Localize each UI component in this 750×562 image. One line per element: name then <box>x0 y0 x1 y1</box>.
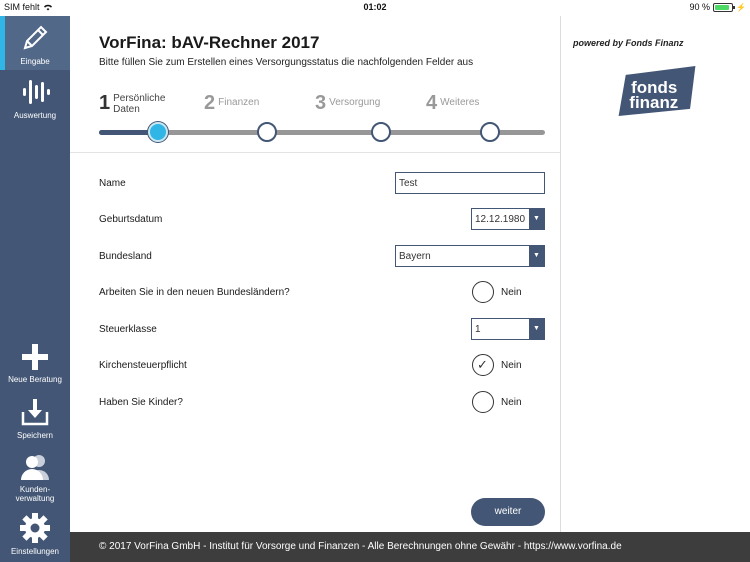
state-value: Bayern <box>399 251 431 262</box>
page-subtitle: Bitte füllen Sie zum Erstellen eines Ver… <box>99 57 474 68</box>
gear-icon <box>20 513 50 543</box>
sidebar-item-label: Speichern <box>16 431 54 440</box>
step-number: 3 <box>315 92 327 114</box>
tax-class-select[interactable]: 1 ▼ <box>471 318 545 340</box>
sidebar-item-label: Einstellungen <box>10 547 60 556</box>
step-label: Weiteres <box>440 97 480 108</box>
waveform-icon <box>23 80 50 104</box>
state-select[interactable]: Bayern ▼ <box>395 245 545 267</box>
clock: 01:02 <box>363 2 387 12</box>
step-label: Finanzen <box>218 97 260 108</box>
step-1-marker[interactable] <box>148 122 168 142</box>
new-states-checkbox[interactable] <box>472 281 494 303</box>
birthdate-select[interactable]: 12.12.1980 ▼ <box>471 208 545 230</box>
step-2[interactable]: 2 Finanzen <box>204 92 259 114</box>
fonds-finanz-logo: fonds finanz <box>618 66 696 116</box>
sidebar-item-eingabe[interactable]: Eingabe <box>0 16 70 70</box>
form-row-church-tax: Kirchensteuerpflicht ✓ Nein <box>99 354 545 378</box>
form-row-new-states: Arbeiten Sie in den neuen Bundesländern?… <box>99 281 545 305</box>
chevron-down-icon: ▼ <box>529 209 544 229</box>
new-states-option: Nein <box>501 286 522 298</box>
children-label: Haben Sie Kinder? <box>99 397 183 408</box>
sidebar-item-label: Auswertung <box>13 111 57 120</box>
children-checkbox[interactable] <box>472 391 494 413</box>
step-number: 2 <box>204 92 216 114</box>
sidebar-item-label: Eingabe <box>20 57 50 66</box>
church-tax-option: Nein <box>501 359 522 371</box>
sidebar-item-label: verwaltung <box>15 494 55 503</box>
chevron-down-icon: ▼ <box>529 319 544 339</box>
step-3[interactable]: 3 Versorgung <box>315 92 380 114</box>
charging-icon: ⚡ <box>736 2 746 12</box>
sidebar-item-neue-beratung[interactable]: Neue Beratung <box>0 342 70 388</box>
status-bar: SIM fehlt 01:02 90 % ⚡ <box>0 0 750 16</box>
form-row-children: Haben Sie Kinder? Nein <box>99 391 545 415</box>
sidebar: Eingabe Auswertung Neue Beratung Speiche… <box>0 16 70 562</box>
church-tax-label: Kirchensteuerpflicht <box>99 360 187 371</box>
form-row-name: Name Test <box>99 172 545 196</box>
battery-icon <box>713 2 736 12</box>
new-states-label: Arbeiten Sie in den neuen Bundesländern? <box>99 287 290 298</box>
sidebar-item-auswertung[interactable]: Auswertung <box>0 76 70 126</box>
birthdate-value: 12.12.1980 <box>475 214 526 225</box>
form-row-state: Bundesland Bayern ▼ <box>99 245 545 269</box>
church-tax-checkbox[interactable]: ✓ <box>472 354 494 376</box>
birthdate-label: Geburtsdatum <box>99 214 163 225</box>
name-label: Name <box>99 178 126 189</box>
name-input[interactable]: Test <box>395 172 545 194</box>
sidebar-item-kundenverwaltung[interactable]: Kunden- verwaltung <box>0 452 70 508</box>
main-content: VorFina: bAV-Rechner 2017 Bitte füllen S… <box>70 16 560 532</box>
form-row-tax-class: Steuerklasse 1 ▼ <box>99 318 545 342</box>
children-option: Nein <box>501 396 522 408</box>
form-row-birthdate: Geburtsdatum 12.12.1980 ▼ <box>99 208 545 232</box>
step-progress: 1 Persönliche Daten 2 Finanzen 3 Versorg… <box>99 92 545 152</box>
battery-percent: 90 % <box>689 2 711 12</box>
step-number: 1 <box>99 92 111 114</box>
logo-line-2: finanz <box>629 93 678 112</box>
chevron-down-icon: ▼ <box>529 246 544 266</box>
footer: © 2017 VorFina GmbH - Institut für Vorso… <box>70 532 750 562</box>
page-title: VorFina: bAV-Rechner 2017 <box>99 33 320 52</box>
sidebar-item-label: Neue Beratung <box>8 375 62 384</box>
partner-panel: powered by Fonds Finanz fonds finanz <box>560 16 750 532</box>
powered-by-text: powered by Fonds Finanz <box>573 38 684 48</box>
state-label: Bundesland <box>99 251 152 262</box>
step-label: Versorgung <box>329 97 381 108</box>
sidebar-item-speichern[interactable]: Speichern <box>0 396 70 442</box>
next-button[interactable]: weiter <box>471 498 545 526</box>
step-label: Persönliche <box>113 93 166 104</box>
checkmark-icon: ✓ <box>477 357 488 372</box>
step-number: 4 <box>426 92 438 114</box>
step-4[interactable]: 4 Weiteres <box>426 92 479 114</box>
step-3-marker[interactable] <box>371 122 391 142</box>
step-label: Daten <box>113 104 140 115</box>
step-2-marker[interactable] <box>257 122 277 142</box>
sidebar-item-einstellungen[interactable]: Einstellungen <box>0 512 70 562</box>
pencil-icon <box>23 25 48 50</box>
sidebar-item-label: Kunden- <box>19 485 51 494</box>
tax-class-value: 1 <box>475 324 481 335</box>
users-icon <box>21 455 49 480</box>
plus-icon <box>22 344 48 370</box>
tax-class-label: Steuerklasse <box>99 324 157 335</box>
step-1[interactable]: 1 Persönliche Daten <box>99 92 165 115</box>
divider <box>70 152 560 153</box>
step-4-marker[interactable] <box>480 122 500 142</box>
download-icon <box>21 399 49 426</box>
